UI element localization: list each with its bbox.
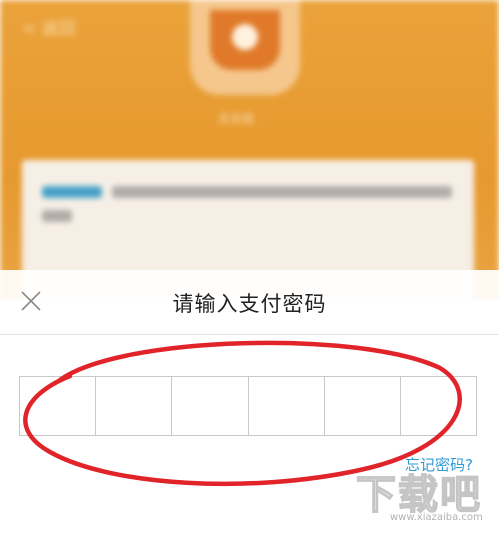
pin-digit-4[interactable] xyxy=(249,377,325,435)
badge-shield xyxy=(210,10,280,70)
badge-core xyxy=(232,24,258,50)
info-card-tag xyxy=(42,186,102,198)
payment-password-screen: < 返回 天天抢 请输入支付密码 忘记密码? 下载吧 www.xiazaiba.… xyxy=(0,0,499,534)
back-button: < 返回 xyxy=(22,19,76,39)
pin-digit-5[interactable] xyxy=(325,377,401,435)
password-input[interactable] xyxy=(19,376,477,436)
pin-digit-2[interactable] xyxy=(96,377,173,435)
pin-digit-3[interactable] xyxy=(172,377,249,435)
info-card-text xyxy=(112,186,452,198)
info-card-text-end xyxy=(42,210,72,222)
sheet-title: 请输入支付密码 xyxy=(172,292,327,316)
sheet-header: 请输入支付密码 xyxy=(0,270,499,334)
pin-digit-6[interactable] xyxy=(401,377,476,435)
badge-caption: 天天抢 xyxy=(218,112,255,126)
password-sheet: 请输入支付密码 忘记密码? xyxy=(0,270,499,534)
header-divider xyxy=(0,334,499,335)
pin-digit-1[interactable] xyxy=(20,377,97,435)
badge-logo xyxy=(190,0,300,95)
forgot-password-link[interactable]: 忘记密码? xyxy=(405,454,473,475)
background-app: < 返回 天天抢 xyxy=(0,0,499,300)
